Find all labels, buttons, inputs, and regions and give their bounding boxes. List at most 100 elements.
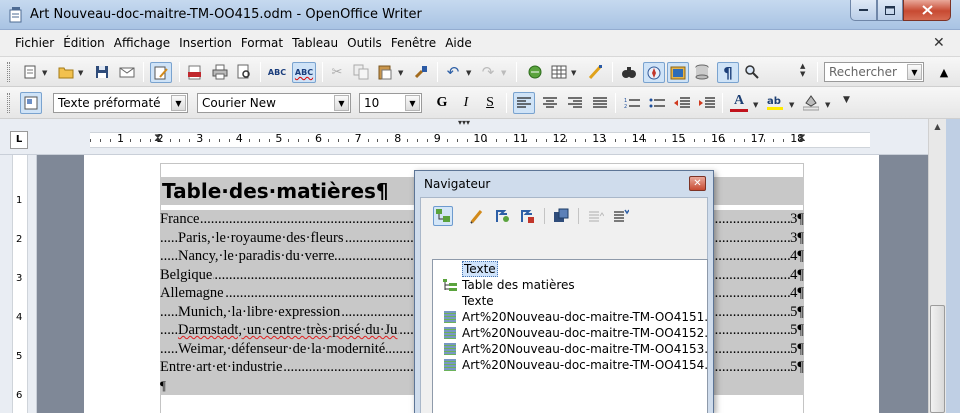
- print-icon[interactable]: [211, 63, 229, 81]
- copy-icon[interactable]: [352, 63, 370, 81]
- decrease-indent-icon[interactable]: [673, 94, 691, 112]
- search-options-icon[interactable]: ▲: [935, 63, 953, 81]
- writer-app-icon[interactable]: [9, 7, 23, 23]
- paste-icon[interactable]: [376, 63, 394, 81]
- navigator-item[interactable]: Art%20Nouveau-doc-maitre-TM-OO4153.odt: [433, 341, 707, 357]
- search-combo[interactable]: Rechercher ▼: [824, 62, 924, 82]
- find-replace-icon[interactable]: [620, 63, 638, 81]
- toolbar-overflow-icon[interactable]: ▼: [843, 95, 850, 105]
- align-right-icon[interactable]: [566, 94, 584, 112]
- gallery-icon[interactable]: [667, 62, 689, 83]
- align-center-icon[interactable]: [541, 94, 559, 112]
- formatting-marks-icon[interactable]: ¶: [717, 62, 739, 83]
- chevron-down-icon[interactable]: ▼: [398, 69, 403, 77]
- navigator-window[interactable]: Navigateur ✕ Texte Table des matières Te…: [414, 170, 714, 413]
- navigator-item[interactable]: Texte: [433, 293, 707, 309]
- update-icon[interactable]: [492, 206, 512, 226]
- bold-icon[interactable]: G: [433, 94, 451, 112]
- ruler-handle-icon[interactable]: ▾▾▾: [458, 118, 470, 127]
- save-contents-icon[interactable]: [551, 206, 571, 226]
- chevron-down-icon[interactable]: ▼: [825, 101, 830, 109]
- chevron-down-icon[interactable]: ▼: [171, 95, 186, 111]
- italic-icon[interactable]: I: [457, 94, 475, 112]
- export-pdf-icon[interactable]: [186, 63, 204, 81]
- navigator-item[interactable]: Art%20Nouveau-doc-maitre-TM-OO4151.odt: [433, 309, 707, 325]
- minimize-button[interactable]: [850, 0, 877, 21]
- right-indent-marker-icon[interactable]: ⧗: [798, 131, 806, 145]
- font-name-select[interactable]: Courier New ▼: [197, 93, 351, 113]
- format-paintbrush-icon[interactable]: [412, 63, 430, 81]
- undo-icon[interactable]: ↶: [444, 63, 462, 81]
- justify-icon[interactable]: [591, 94, 609, 112]
- bullets-icon[interactable]: [648, 94, 666, 112]
- edit-icon[interactable]: [467, 206, 487, 226]
- data-sources-icon[interactable]: [693, 63, 711, 81]
- new-document-icon[interactable]: [22, 63, 40, 81]
- close-window-button[interactable]: [903, 0, 951, 21]
- email-icon[interactable]: [118, 63, 136, 81]
- search-input[interactable]: Rechercher: [829, 65, 897, 79]
- underline-icon[interactable]: S: [481, 94, 499, 112]
- toggle-master-view-icon[interactable]: [433, 206, 453, 226]
- chevron-down-icon[interactable]: ▼: [753, 101, 758, 109]
- chevron-down-icon[interactable]: ▼: [42, 69, 47, 77]
- font-color-icon[interactable]: A: [730, 93, 748, 112]
- close-navigator-button[interactable]: ✕: [689, 176, 706, 191]
- menu-item-4[interactable]: Format: [237, 30, 287, 57]
- edit-mode-icon[interactable]: [150, 62, 172, 83]
- vertical-ruler[interactable]: 1 2 3 4 5 6: [0, 155, 37, 413]
- paragraph-style-select[interactable]: Texte préformaté ▼: [53, 93, 188, 113]
- highlighting-icon[interactable]: ab: [766, 93, 784, 111]
- menu-item-5[interactable]: Tableau: [288, 30, 342, 57]
- toolbar-grip[interactable]: [7, 62, 10, 82]
- scrollbar-thumb[interactable]: [930, 305, 945, 413]
- menu-item-1[interactable]: Édition: [59, 30, 109, 57]
- cut-icon[interactable]: ✂: [328, 63, 346, 81]
- chevron-down-icon[interactable]: ▼: [501, 69, 506, 77]
- redo-icon[interactable]: ↷: [479, 63, 497, 81]
- horizontal-ruler[interactable]: L 1 2 3 4 5 6 7 8 9 10 11 12 13 14 15 16 17 18 ⧗ ⧗ ▾▾▾: [0, 118, 960, 155]
- navigator-item[interactable]: Art%20Nouveau-doc-maitre-TM-OO4154.odt: [433, 357, 707, 373]
- navigator-icon[interactable]: [643, 62, 665, 83]
- font-size-select[interactable]: 10 ▼: [359, 93, 422, 113]
- menu-item-3[interactable]: Insertion: [175, 30, 236, 57]
- left-indent-marker-icon[interactable]: ⧗: [154, 131, 162, 145]
- numbering-icon[interactable]: 12: [623, 94, 641, 112]
- menu-item-7[interactable]: Fenêtre: [387, 30, 440, 57]
- move-up-icon[interactable]: [586, 206, 606, 226]
- toolbar-grip[interactable]: [7, 93, 10, 113]
- spellcheck-icon[interactable]: ABC: [268, 63, 286, 81]
- menu-item-6[interactable]: Outils: [343, 30, 386, 57]
- table-icon[interactable]: [550, 63, 568, 81]
- insert-icon[interactable]: [517, 206, 537, 226]
- print-preview-icon[interactable]: [235, 63, 253, 81]
- chevron-down-icon[interactable]: ▼: [907, 64, 922, 80]
- open-folder-icon[interactable]: [57, 63, 75, 81]
- chevron-down-icon[interactable]: ▼: [466, 69, 471, 77]
- save-icon[interactable]: [93, 63, 111, 81]
- toolbar-overflow-icon[interactable]: ▲ ▼: [800, 62, 805, 78]
- background-color-icon[interactable]: [802, 93, 820, 111]
- maximize-button[interactable]: [877, 0, 903, 21]
- navigator-item[interactable]: Table des matières: [433, 277, 707, 293]
- increase-indent-icon[interactable]: [698, 94, 716, 112]
- chevron-down-icon[interactable]: ▼: [789, 101, 794, 109]
- align-left-icon[interactable]: [513, 92, 535, 114]
- close-document-icon[interactable]: ✕: [933, 35, 945, 51]
- move-down-icon[interactable]: [611, 206, 631, 226]
- chevron-down-icon[interactable]: ▼: [78, 69, 83, 77]
- navigator-item[interactable]: Texte: [433, 261, 707, 277]
- menu-item-2[interactable]: Affichage: [110, 30, 174, 57]
- menu-item-8[interactable]: Aide: [441, 30, 476, 57]
- tab-type-selector[interactable]: L: [10, 131, 28, 149]
- chevron-down-icon[interactable]: ▼: [571, 69, 576, 77]
- zoom-icon[interactable]: [743, 63, 761, 81]
- chevron-down-icon[interactable]: ▼: [405, 95, 420, 111]
- auto-spellcheck-icon[interactable]: ABC: [292, 62, 316, 83]
- navigator-list[interactable]: Texte Table des matières Texte Art%20Nouvea…: [432, 259, 708, 413]
- vertical-scrollbar[interactable]: ▲: [928, 119, 946, 413]
- show-draw-functions-icon[interactable]: [587, 63, 605, 81]
- menu-item-0[interactable]: Fichier: [11, 30, 58, 57]
- scroll-up-icon[interactable]: ▲: [930, 119, 945, 135]
- styles-formatting-icon[interactable]: [20, 92, 42, 114]
